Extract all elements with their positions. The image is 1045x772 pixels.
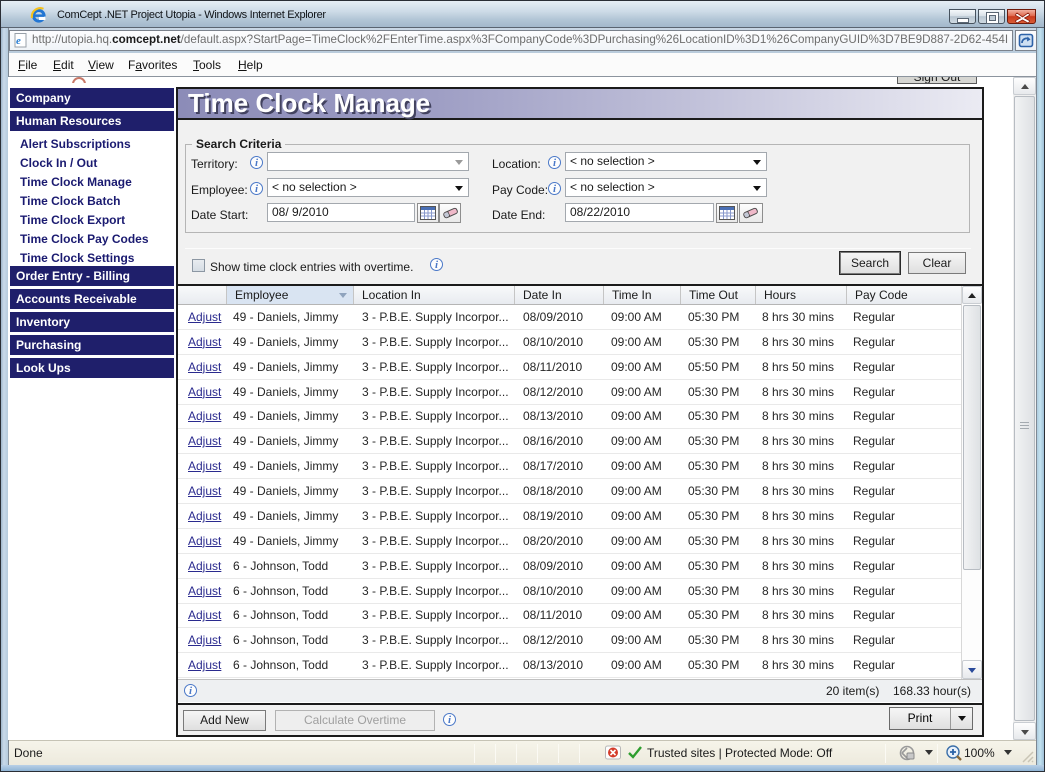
svg-text:e: e <box>16 35 21 47</box>
